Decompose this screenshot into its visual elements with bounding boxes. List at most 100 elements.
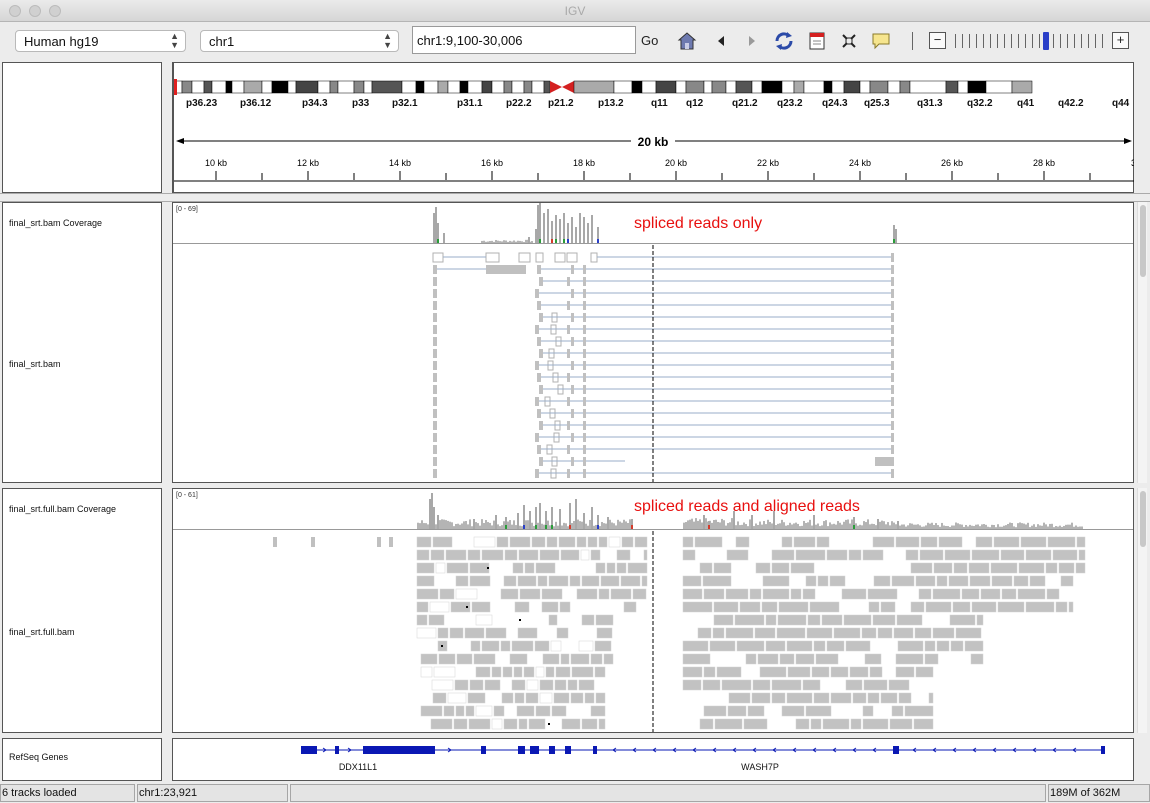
popup-info-icon[interactable] [870, 30, 892, 52]
zoom-out-button[interactable]: − [929, 32, 946, 49]
forward-arrow-icon[interactable] [741, 30, 763, 52]
read-block [852, 692, 867, 704]
coverage-peak [543, 213, 545, 243]
read-block [739, 601, 761, 613]
coverage-bar [737, 521, 739, 529]
track-name-refseq-genes[interactable]: RefSeq Genes [9, 752, 68, 762]
coverage-peak [591, 215, 593, 243]
status-message [290, 784, 1046, 802]
read-block [567, 349, 570, 358]
panel-divider[interactable] [0, 193, 1150, 202]
back-arrow-icon[interactable] [710, 30, 732, 52]
coverage-peak [579, 213, 581, 243]
spliced-panel-scrollbar[interactable] [1137, 202, 1147, 483]
read-block [861, 627, 877, 639]
read-block [433, 421, 437, 430]
track-name-full-coverage[interactable]: final_srt.full.bam Coverage [9, 504, 116, 514]
read-block [810, 718, 822, 730]
ideogram-band [511, 80, 525, 94]
ruler-tick-label: 30 [1131, 158, 1134, 168]
read-block [445, 549, 467, 561]
read-block [915, 575, 936, 587]
locus-input[interactable] [412, 26, 636, 54]
read-block [610, 588, 632, 600]
read-block [485, 627, 507, 639]
read-block [567, 397, 570, 406]
track-divider [173, 243, 1133, 244]
coverage-bar [803, 520, 805, 529]
refresh-icon[interactable] [773, 30, 795, 52]
zoom-slider[interactable] [955, 34, 1107, 48]
track-name-spliced-coverage[interactable]: final_srt.bam Coverage [9, 218, 102, 228]
coverage-peak [591, 507, 593, 529]
gene-exon [565, 746, 571, 754]
read-block [503, 718, 518, 730]
full-panel-scrollbar[interactable] [1137, 488, 1147, 733]
read-block [795, 718, 810, 730]
scrollbar-thumb[interactable] [1140, 205, 1146, 277]
chromosome-ideogram[interactable]: p36.23 p36.12 p34.3 p33 p32.1 p31.1 p22.2 p21.2… [174, 75, 1134, 125]
ideogram-band [503, 80, 513, 94]
coverage-bar [825, 520, 827, 529]
coverage-bar [729, 522, 731, 529]
coverage-bar [731, 518, 733, 529]
ideogram-band [899, 80, 911, 94]
read-block [862, 705, 874, 717]
region-navigator-icon[interactable] [806, 30, 828, 52]
read-block [968, 562, 990, 574]
read-block [501, 692, 514, 704]
read-block [888, 679, 910, 691]
ideogram-band [401, 80, 417, 94]
read-block [955, 627, 982, 639]
home-icon[interactable] [676, 30, 698, 52]
read-block [891, 301, 894, 310]
chromosome-dropdown[interactable]: chr1 ▲ ▼ [200, 30, 399, 52]
read-block [771, 692, 786, 704]
read-block [583, 457, 586, 466]
coverage-peak [877, 519, 879, 529]
band-label: q31.3 [917, 98, 943, 109]
read-block [583, 325, 586, 334]
band-label: p13.2 [598, 98, 624, 109]
coverage-peak [433, 213, 435, 243]
current-region-marker [174, 79, 177, 95]
genome-dropdown[interactable]: Human hg19 ▲ ▼ [15, 30, 186, 52]
track-name-full-alignments[interactable]: final_srt.full.bam [9, 627, 75, 637]
ideogram-band [613, 80, 633, 94]
read-block [969, 575, 991, 587]
scrollbar-thumb[interactable] [1140, 491, 1146, 547]
read-block [590, 549, 601, 561]
full-alignment-track[interactable] [173, 531, 1133, 733]
read-block [875, 457, 891, 466]
go-button[interactable]: Go [641, 33, 658, 48]
read-block [555, 666, 571, 678]
read-block [1055, 601, 1068, 613]
read-block [682, 601, 713, 613]
ideogram-band [843, 80, 861, 94]
read-block [898, 692, 912, 704]
band-label: p36.23 [186, 98, 218, 109]
ruler-tick-label: 18 kb [573, 158, 595, 168]
coverage-peak [539, 503, 541, 529]
resize-tracks-icon[interactable] [838, 30, 860, 52]
coverage-bar [445, 520, 447, 529]
read-block [416, 588, 439, 600]
zoom-slider-knob[interactable] [1043, 32, 1049, 50]
read-block [867, 588, 898, 600]
coverage-peak [537, 205, 539, 243]
read-block [580, 549, 590, 561]
read-block [703, 666, 716, 678]
zoom-in-button[interactable]: + [1112, 32, 1129, 49]
spliced-alignment-track[interactable] [173, 245, 1133, 483]
read-block [519, 588, 541, 600]
refseq-genes-track[interactable]: DDX11L1 WASH7P [173, 739, 1133, 780]
read-block [971, 601, 997, 613]
read-block [433, 313, 437, 322]
read-block [416, 562, 435, 574]
ruler-tick-label: 16 kb [481, 158, 503, 168]
ruler-tick-label: 26 kb [941, 158, 963, 168]
track-name-spliced-alignments[interactable]: final_srt.bam [9, 359, 61, 369]
read-block [484, 679, 501, 691]
read-block [553, 692, 570, 704]
ideogram-band [751, 80, 763, 94]
